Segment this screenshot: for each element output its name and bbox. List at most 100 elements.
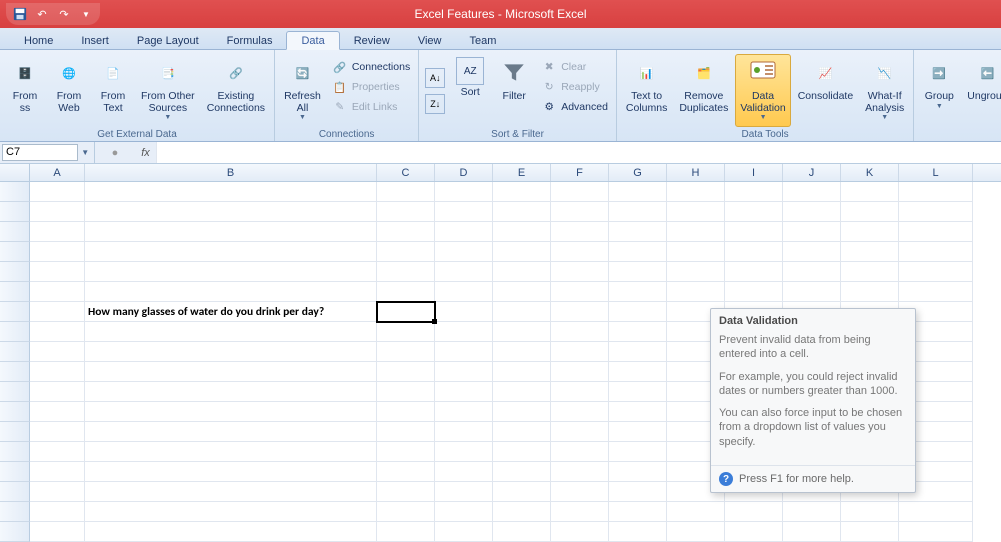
cell[interactable] [725, 262, 783, 282]
cell[interactable] [30, 242, 85, 262]
sort-desc-icon[interactable]: Z↓ [425, 94, 445, 114]
cell[interactable] [493, 362, 551, 382]
cell[interactable] [435, 482, 493, 502]
cell[interactable] [377, 482, 435, 502]
cell[interactable] [85, 242, 377, 262]
cell[interactable] [899, 182, 973, 202]
cell[interactable] [841, 222, 899, 242]
row-header[interactable] [0, 302, 30, 322]
cell[interactable] [551, 322, 609, 342]
cell[interactable] [783, 222, 841, 242]
cell[interactable] [667, 262, 725, 282]
cell[interactable] [667, 182, 725, 202]
cell[interactable] [551, 382, 609, 402]
cell[interactable] [377, 422, 435, 442]
cell[interactable] [551, 342, 609, 362]
cell[interactable] [493, 262, 551, 282]
cell[interactable] [435, 302, 493, 322]
cell[interactable] [493, 282, 551, 302]
cell[interactable] [493, 442, 551, 462]
fx-icon[interactable]: fx [135, 142, 157, 163]
cell[interactable] [725, 222, 783, 242]
cell[interactable] [899, 522, 973, 542]
col-header-H[interactable]: H [667, 164, 725, 181]
row-header[interactable] [0, 522, 30, 542]
cell[interactable] [85, 362, 377, 382]
cell[interactable] [493, 522, 551, 542]
row-header[interactable] [0, 182, 30, 202]
cell[interactable] [493, 342, 551, 362]
cell[interactable] [85, 262, 377, 282]
cell[interactable] [30, 302, 85, 322]
cell[interactable] [841, 182, 899, 202]
cell[interactable] [30, 502, 85, 522]
cell[interactable] [783, 242, 841, 262]
row-header[interactable] [0, 442, 30, 462]
cell[interactable] [30, 482, 85, 502]
cell[interactable] [841, 522, 899, 542]
cell[interactable] [30, 522, 85, 542]
cell[interactable] [435, 382, 493, 402]
cell[interactable] [377, 262, 435, 282]
cell[interactable] [85, 442, 377, 462]
cell[interactable] [783, 502, 841, 522]
row-header[interactable] [0, 242, 30, 262]
cell[interactable] [30, 202, 85, 222]
cell[interactable] [783, 282, 841, 302]
cell[interactable] [30, 462, 85, 482]
from-text-button[interactable]: 📄 From Text [92, 54, 134, 127]
cell[interactable] [667, 522, 725, 542]
cell[interactable] [493, 182, 551, 202]
cell[interactable] [30, 282, 85, 302]
cell[interactable] [551, 282, 609, 302]
cell[interactable] [377, 362, 435, 382]
cell[interactable] [435, 242, 493, 262]
cell[interactable] [609, 482, 667, 502]
cell[interactable] [85, 462, 377, 482]
cell[interactable] [551, 222, 609, 242]
cell[interactable] [493, 322, 551, 342]
cell[interactable] [85, 322, 377, 342]
clear-button[interactable]: ✖ Clear [537, 58, 612, 76]
cell[interactable] [551, 422, 609, 442]
cell[interactable] [493, 382, 551, 402]
cell[interactable] [85, 342, 377, 362]
cell[interactable] [609, 202, 667, 222]
cell[interactable] [30, 442, 85, 462]
cell[interactable] [551, 182, 609, 202]
cell[interactable] [551, 522, 609, 542]
cell[interactable] [899, 262, 973, 282]
cell[interactable] [435, 402, 493, 422]
cell[interactable] [435, 182, 493, 202]
row-header[interactable] [0, 502, 30, 522]
name-box[interactable]: C7 [2, 144, 78, 161]
cell[interactable] [377, 462, 435, 482]
tab-page-layout[interactable]: Page Layout [123, 32, 213, 49]
cell[interactable] [609, 342, 667, 362]
col-header-F[interactable]: F [551, 164, 609, 181]
row-header[interactable] [0, 482, 30, 502]
cell[interactable] [841, 242, 899, 262]
connections-button[interactable]: 🔗 Connections [328, 58, 414, 76]
cell[interactable] [551, 202, 609, 222]
cell[interactable] [493, 202, 551, 222]
cell[interactable] [85, 382, 377, 402]
cell[interactable] [30, 422, 85, 442]
cell[interactable] [435, 262, 493, 282]
redo-icon[interactable]: ↷ [54, 5, 74, 23]
cell[interactable] [841, 202, 899, 222]
cell[interactable] [551, 402, 609, 422]
cell[interactable] [493, 422, 551, 442]
cell[interactable] [85, 202, 377, 222]
cell[interactable] [435, 522, 493, 542]
cell[interactable] [435, 202, 493, 222]
cell[interactable] [493, 502, 551, 522]
tab-data[interactable]: Data [286, 31, 339, 50]
tab-home[interactable]: Home [10, 32, 67, 49]
cell[interactable] [377, 202, 435, 222]
cell[interactable] [377, 222, 435, 242]
cell[interactable] [30, 262, 85, 282]
row-header[interactable] [0, 262, 30, 282]
cell[interactable] [725, 282, 783, 302]
undo-icon[interactable]: ↶ [32, 5, 52, 23]
